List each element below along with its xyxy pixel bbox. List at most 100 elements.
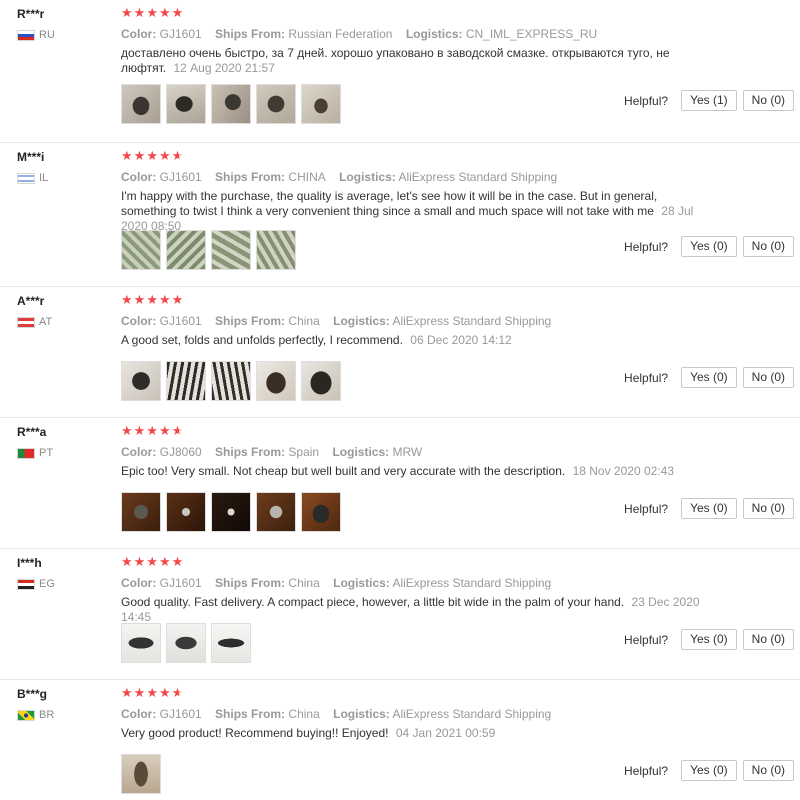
review-photo[interactable] [256,361,296,401]
review-photo[interactable] [211,623,251,663]
color-label: Color: [121,445,157,459]
review-photo[interactable] [166,84,206,124]
review-content: ★★★★★ Color: GJ1601 Ships From: Russian … [121,0,701,76]
helpful-no-button[interactable]: No (0) [742,760,794,781]
review-photos [121,754,161,794]
review-photo[interactable] [121,361,161,401]
star-icon: ★ [146,423,159,438]
helpful-label: Helpful? [624,93,669,108]
star-icon: ★ [171,554,185,569]
star-icon: ★ [121,423,134,438]
ships-from-label: Ships From: [215,445,286,459]
review-photo[interactable] [166,623,206,663]
helpful-vote: Helpful? Yes (0) No (0) [624,498,794,519]
logistics-value: AliExpress Standard Shipping [392,707,552,721]
star-icon: ★ [133,423,147,438]
star-icon: ★ [146,554,159,569]
review-photos [121,361,341,401]
ships-from-label: Ships From: [215,170,286,184]
color-value: GJ1601 [159,314,202,328]
helpful-no-button[interactable]: No (0) [742,90,794,111]
helpful-no-button[interactable]: No (0) [742,498,794,519]
star-icon: ★ [121,148,134,163]
review-photo[interactable] [121,492,161,532]
reviewer-country: RU [17,29,112,41]
helpful-no-button[interactable]: No (0) [742,367,794,388]
helpful-yes-button[interactable]: Yes (0) [681,498,737,519]
helpful-yes-button[interactable]: Yes (1) [681,90,737,111]
review-photos [121,623,251,663]
logistics-label: Logistics: [339,170,396,184]
ships-from-value: China [288,576,320,590]
review-item: R***a PT ★★★★★ Color: GJ8060 Ships From:… [0,418,800,549]
star-icon: ★ [133,148,147,163]
review-photo[interactable] [166,361,206,401]
review-photo[interactable] [301,492,341,532]
logistics-label: Logistics: [333,707,390,721]
star-icon: ★ [121,554,134,569]
review-photo[interactable] [121,754,161,794]
reviewer-info: M***i IL [17,150,112,184]
review-photo[interactable] [121,623,161,663]
country-code: IL [39,172,49,184]
helpful-vote: Helpful? Yes (0) No (0) [624,367,794,388]
logistics-value: MRW [392,445,423,459]
helpful-yes-button[interactable]: Yes (0) [681,236,737,257]
flag-br-icon [17,709,35,721]
review-item: B***g BR ★★★★★ Color: GJ1601 Ships From:… [0,680,800,800]
star-icon: ★ [146,5,159,20]
review-photo[interactable] [211,361,251,401]
star-icon: ★ [133,554,147,569]
order-attributes: Color: GJ8060 Ships From: Spain Logistic… [121,445,701,459]
review-content: ★★★★★ Color: GJ1601 Ships From: CHINA Lo… [121,143,701,234]
helpful-yes-button[interactable]: Yes (0) [681,629,737,650]
review-photo[interactable] [211,492,251,532]
helpful-label: Helpful? [624,763,669,778]
flag-il-icon [17,172,35,184]
star-icon: ★ [158,292,172,307]
review-photo[interactable] [211,84,251,124]
reviewer-country: BR [17,709,112,721]
flag-pt-icon [17,447,35,459]
logistics-value: CN_IML_EXPRESS_RU [465,27,598,41]
country-code: PT [39,447,54,459]
helpful-yes-button[interactable]: Yes (0) [681,367,737,388]
helpful-label: Helpful? [624,239,669,254]
review-photo[interactable] [256,230,296,270]
review-text: Epic too! Very small. Not cheap but well… [121,464,566,478]
helpful-yes-button[interactable]: Yes (0) [681,760,737,781]
review-text: Good quality. Fast delivery. A compact p… [121,595,625,609]
helpful-no-button[interactable]: No (0) [742,236,794,257]
review-photos [121,230,296,270]
star-icon: ★ [158,423,172,438]
review-photo[interactable] [211,230,251,270]
review-text-block: доставлено очень быстро, за 7 дней. хоро… [121,46,701,76]
review-photo[interactable] [301,361,341,401]
ships-from-value: Spain [288,445,320,459]
helpful-label: Helpful? [624,370,669,385]
star-icon: ★ [171,5,185,20]
flag-at-icon [17,316,35,328]
star-icon: ★ [133,685,147,700]
star-icon: ★ [121,292,134,307]
order-attributes: Color: GJ1601 Ships From: China Logistic… [121,707,701,721]
star-icon: ★ [133,292,147,307]
review-item: M***i IL ★★★★★ Color: GJ1601 Ships From:… [0,143,800,287]
review-photo[interactable] [121,230,161,270]
review-photo[interactable] [256,492,296,532]
review-photo[interactable] [121,84,161,124]
star-rating: ★★★★★ [121,554,701,570]
review-photo[interactable] [166,230,206,270]
review-photo[interactable] [166,492,206,532]
color-value: GJ1601 [159,27,202,41]
review-photo[interactable] [301,84,341,124]
helpful-no-button[interactable]: No (0) [742,629,794,650]
logistics-label: Logistics: [332,445,390,459]
country-code: BR [39,709,55,721]
color-label: Color: [121,314,157,328]
review-photo[interactable] [256,84,296,124]
ships-from-value: China [288,707,320,721]
country-code: EG [39,578,55,590]
reviewer-name: M***i [17,150,45,164]
star-icon: ★ [158,148,172,163]
